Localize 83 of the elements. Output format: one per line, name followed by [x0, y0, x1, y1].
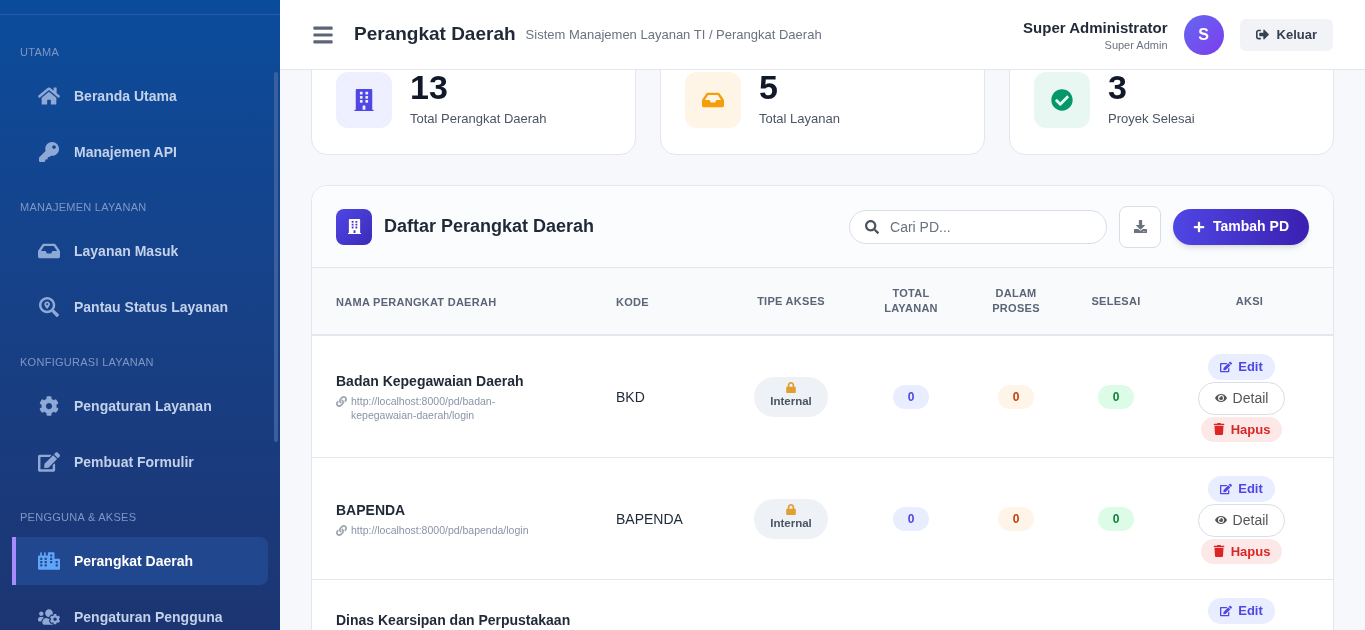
- logout-icon: [1255, 28, 1269, 41]
- nav-section-label: KONFIGURASI LAYANAN: [19, 355, 155, 370]
- download-button[interactable]: [1119, 205, 1161, 248]
- department-code: BKD: [616, 388, 645, 405]
- column-header: NAMA PERANGKAT DAERAH: [336, 296, 497, 308]
- total-count: 0: [893, 384, 929, 409]
- access-badge: Internal: [754, 498, 828, 539]
- nav-item[interactable]: Pengaturan Pengguna: [12, 593, 268, 630]
- department-name: Dinas Kearsipan dan Perpustakaan: [336, 611, 572, 630]
- nav-item[interactable]: Pembuat Formulir: [12, 438, 268, 486]
- department-code: BAPENDA: [616, 510, 683, 527]
- delete-button[interactable]: Hapus: [1200, 538, 1283, 564]
- edit-icon: [1220, 482, 1233, 495]
- lock-icon: [786, 504, 796, 516]
- detail-button[interactable]: Detail: [1197, 381, 1286, 415]
- department-name: Badan Kepegawaian Daerah: [336, 372, 525, 391]
- detail-icon: [1214, 392, 1227, 404]
- add-button[interactable]: Tambah PD: [1173, 208, 1309, 245]
- nav-item[interactable]: Pengaturan Layanan: [12, 382, 268, 430]
- nav-item[interactable]: Perangkat Daerah: [12, 537, 268, 585]
- nav-item[interactable]: Layanan Masuk: [12, 227, 268, 275]
- edit-button[interactable]: Edit: [1208, 598, 1275, 624]
- nav-section-label: UTAMA: [19, 45, 61, 60]
- building-icon: [346, 219, 362, 234]
- nav-icon: [38, 452, 60, 472]
- delete-button[interactable]: Hapus: [1200, 416, 1283, 442]
- access-badge: Internal: [754, 376, 828, 417]
- link-icon: [336, 396, 347, 407]
- stat-value: 13: [410, 68, 449, 105]
- edit-icon: [1220, 360, 1233, 373]
- stat-value: 3: [1108, 68, 1128, 105]
- done-count: 0: [1098, 384, 1134, 409]
- plus-icon: [1193, 220, 1205, 233]
- detail-button[interactable]: Detail: [1197, 503, 1286, 537]
- done-count: 0: [1098, 506, 1134, 531]
- nav-icon: [38, 551, 60, 571]
- progress-count: 0: [998, 506, 1034, 531]
- nav-item[interactable]: Pantau Status Layanan: [12, 283, 268, 331]
- nav-icon: [38, 241, 60, 261]
- nav-icon: [38, 607, 60, 627]
- stat-icon: [353, 89, 375, 111]
- logout-button[interactable]: Keluar: [1239, 18, 1333, 51]
- lock-icon: [786, 382, 796, 394]
- edit-button[interactable]: Edit: [1208, 354, 1275, 380]
- nav-icon: [38, 396, 60, 416]
- column-header: AKSI: [1234, 293, 1265, 309]
- login-url[interactable]: http://localhost:8000/pd/bapenda/login: [351, 523, 529, 537]
- breadcrumb: Sistem Manajemen Layanan TI / Perangkat Daerah: [525, 25, 822, 44]
- nav-item[interactable]: Beranda Utama: [12, 72, 268, 120]
- edit-icon: [1220, 604, 1233, 617]
- stat-label: Proyek Selesai: [1108, 109, 1195, 128]
- column-header: TOTAL LAYANAN: [883, 286, 939, 316]
- search-icon: [865, 219, 879, 234]
- progress-count: 0: [998, 384, 1034, 409]
- column-header: TIPE AKSES: [756, 293, 826, 309]
- department-name: BAPENDA: [336, 501, 407, 520]
- column-header: SELESAI: [1090, 293, 1142, 309]
- search-field[interactable]: Cari PD...: [849, 209, 1107, 244]
- stat-label: Total Perangkat Daerah: [410, 109, 547, 128]
- delete-icon: [1212, 423, 1225, 436]
- login-url[interactable]: http://localhost:8000/pd/badan-kepegawaian-daerah/login: [351, 394, 551, 422]
- user-name: Super Administrator: [1023, 17, 1168, 38]
- download-icon: [1133, 220, 1147, 233]
- detail-icon: [1214, 514, 1227, 526]
- nav-icon: [38, 142, 60, 162]
- stat-icon: [1051, 89, 1073, 111]
- nav-icon: [38, 297, 60, 317]
- stat-value: 5: [759, 68, 779, 105]
- page-title: Perangkat Daerah: [354, 22, 516, 47]
- user-avatar[interactable]: S: [1183, 14, 1224, 55]
- delete-icon: [1212, 545, 1225, 558]
- nav-section-label: PENGGUNA & AKSES: [19, 510, 138, 525]
- user-role: Super Admin: [1104, 37, 1168, 52]
- nav-icon: [38, 86, 60, 106]
- edit-button[interactable]: Edit: [1208, 476, 1275, 502]
- nav-item[interactable]: Manajemen API: [12, 128, 268, 176]
- link-icon: [336, 525, 347, 536]
- column-header: DALAM PROSES: [991, 286, 1041, 316]
- column-header: KODE: [616, 296, 649, 308]
- nav-section-label: MANAJEMEN LAYANAN: [19, 200, 148, 215]
- total-count: 0: [893, 506, 929, 531]
- panel-title: Daftar Perangkat Daerah: [384, 215, 595, 238]
- stat-label: Total Layanan: [759, 109, 840, 128]
